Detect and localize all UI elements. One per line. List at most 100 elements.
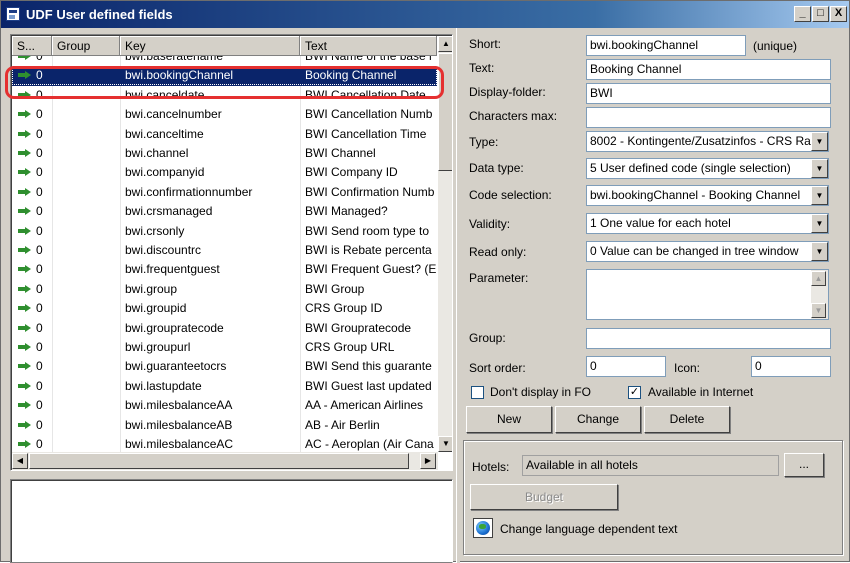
row-group [56,280,120,299]
read-only-select[interactable]: 0 Value can be changed in tree window ▼ [586,241,829,262]
table-row[interactable]: 0 bwi.groupid CRS Group ID [12,299,437,318]
status-arrow-icon [18,168,31,177]
window-title: UDF User defined fields [26,7,173,22]
table-row[interactable]: 0 bwi.crsmanaged BWI Managed? [12,202,437,221]
column-header-text[interactable]: Text [300,36,437,56]
row-status: 0 [36,223,43,238]
hotels-browse-button[interactable]: ... [784,453,824,477]
row-group [56,163,120,182]
table-row[interactable]: 0 bwi.crsonly BWI Send room type to [12,222,437,241]
description-memo[interactable] [10,479,453,563]
column-header-key[interactable]: Key [120,36,300,56]
chevron-down-icon[interactable]: ▼ [811,132,828,151]
row-status: 0 [36,107,43,122]
status-arrow-icon [18,129,31,138]
scroll-left-icon[interactable]: ◀ [12,453,28,469]
row-key: bwi.groupurl [125,340,191,354]
validity-select[interactable]: 1 One value for each hotel ▼ [586,213,829,234]
table-row[interactable]: 0 bwi.lastupdate BWI Guest last updated [12,377,437,396]
table-row[interactable]: 0 bwi.frequentguest BWI Frequent Guest? (E [12,260,437,279]
list-vertical-scrollbar[interactable]: ▲ ▼ [438,36,452,452]
close-button[interactable]: X [830,6,847,22]
row-status: 0 [36,56,43,63]
table-row[interactable]: 0 bwi.milesbalanceAB AB - Air Berlin [12,416,437,435]
table-row[interactable]: 0 bwi.cancelnumber BWI Cancellation Numb [12,105,437,124]
scroll-up-icon[interactable]: ▲ [811,271,826,286]
dont-display-checkbox[interactable] [471,386,484,399]
row-status: 0 [36,126,43,141]
table-row[interactable]: 0 bwi.channel BWI Channel [12,144,437,163]
change-button[interactable]: Change [555,406,641,433]
row-key: bwi.companyid [125,165,205,180]
table-row[interactable]: 0 bwi.group BWI Group [12,280,437,299]
table-row[interactable]: 0 bwi.milesbalanceAC AC - Aeroplan (Air Ca… [12,435,437,452]
chevron-down-icon[interactable]: ▼ [811,186,828,205]
column-header-group[interactable]: Group [52,36,120,56]
row-status: 0 [36,301,43,316]
table-row[interactable]: 0 bwi.confirmationnumber BWI Confirmation … [12,183,437,202]
table-row[interactable]: 0 bwi.discountrc BWI is Rebate percenta [12,241,437,260]
budget-button[interactable]: Budget [470,484,618,510]
globe-icon[interactable] [473,518,493,538]
text-input[interactable]: Booking Channel [586,59,831,80]
row-status: 0 [36,378,43,393]
row-text: BWI Send room type to [305,223,430,238]
status-arrow-icon [18,265,31,274]
scroll-down-icon[interactable]: ▼ [811,303,826,318]
column-header-status[interactable]: S... [12,36,52,56]
type-select[interactable]: 8002 - Kontingente/Zusatzinfos - CRS Ra … [586,131,829,152]
table-row[interactable]: 0 bwi.companyid BWI Company ID [12,163,437,182]
row-key: bwi.cancelnumber [125,107,222,122]
row-text: AB - Air Berlin [305,417,380,432]
row-group [56,299,120,318]
display-folder-input[interactable]: BWI [586,83,831,104]
chevron-down-icon[interactable]: ▼ [811,159,828,178]
table-row[interactable]: 0 bwi.baseratename BWI Name of the base r [12,56,437,66]
minimize-button[interactable]: _ [794,6,811,22]
scroll-up-icon[interactable]: ▲ [438,36,452,52]
table-row[interactable]: 0 bwi.guaranteetocrs BWI Send this guarant… [12,357,437,376]
available-internet-label: Available in Internet [648,385,754,399]
pane-splitter[interactable] [456,28,460,563]
table-row[interactable]: 0 bwi.groupratecode BWI Groupratecode [12,319,437,338]
parameter-textarea[interactable]: ▲ ▼ [586,269,829,320]
row-group [56,435,120,452]
characters-max-input[interactable] [586,107,831,128]
row-key: bwi.baseratename [125,56,224,63]
udf-list[interactable]: S... Group Key Text 0 bwi.baseratename BWI… [10,34,453,471]
table-row[interactable]: 0 bwi.canceltime BWI Cancellation Time [12,125,437,144]
dont-display-label: Don't display in FO [490,385,591,399]
data-type-select[interactable]: 5 User defined code (single selection) ▼ [586,158,829,179]
row-status: 0 [36,437,43,451]
status-arrow-icon [18,440,31,448]
row-group [56,56,120,66]
table-row[interactable]: 0 bwi.milesbalanceAA AA - American Airline… [12,396,437,415]
maximize-button[interactable]: □ [812,6,829,22]
delete-button[interactable]: Delete [644,406,730,433]
code-selection-value: bwi.bookingChannel - Booking Channel [590,188,801,202]
status-arrow-icon [18,323,31,332]
chevron-down-icon[interactable]: ▼ [811,242,828,261]
read-only-value: 0 Value can be changed in tree window [590,244,799,258]
sort-order-input[interactable]: 0 [586,356,666,377]
short-input[interactable]: bwi.bookingChannel [586,35,746,56]
row-text: CRS Group URL [305,340,395,354]
list-horizontal-scrollbar[interactable]: ◀ ▶ [12,452,438,470]
scroll-down-icon[interactable]: ▼ [438,436,452,452]
title-bar[interactable]: UDF User defined fields _ □ X [1,1,849,28]
chevron-down-icon[interactable]: ▼ [811,214,828,233]
status-arrow-icon [18,401,31,410]
icon-input[interactable]: 0 [751,356,831,377]
change-language-link[interactable]: Change language dependent text [500,522,678,536]
row-group [56,357,120,376]
code-selection-select[interactable]: bwi.bookingChannel - Booking Channel ▼ [586,185,829,206]
parameter-scrollbar[interactable]: ▲ ▼ [811,270,828,319]
row-text: BWI Group [305,281,365,296]
group-input[interactable] [586,328,831,349]
hscroll-thumb[interactable] [29,453,409,469]
scroll-right-icon[interactable]: ▶ [420,453,436,469]
row-status: 0 [36,320,43,335]
available-internet-checkbox[interactable]: ✓ [628,386,641,399]
new-button[interactable]: New [466,406,552,433]
table-row[interactable]: 0 bwi.groupurl CRS Group URL [12,338,437,357]
